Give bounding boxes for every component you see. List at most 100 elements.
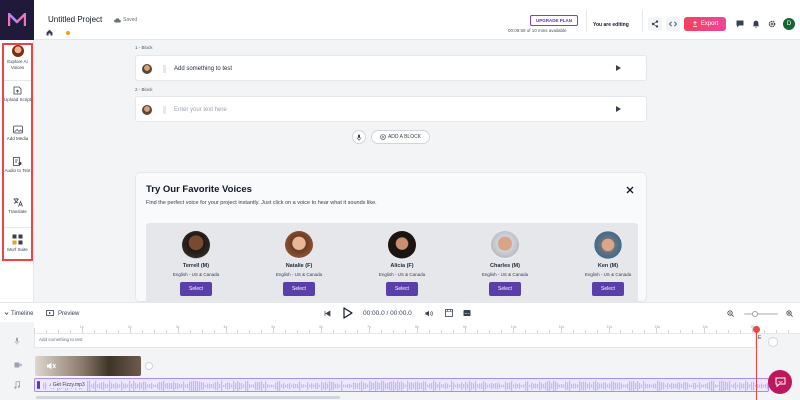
voice-card[interactable]: Natalie (F) English - US & Canada Select: [249, 223, 349, 301]
audio-waveform: [43, 380, 768, 391]
horizontal-scrollbar[interactable]: [36, 396, 340, 399]
timeline-toggle[interactable]: Timeline: [11, 311, 33, 317]
share-button[interactable]: [648, 17, 662, 31]
playhead-handle[interactable]: [753, 326, 760, 333]
voice-card[interactable]: Terrell (M) English - US & Canada Select: [146, 223, 246, 301]
project-title[interactable]: Untitled Project: [48, 15, 102, 24]
text-block[interactable]: Add something to test: [135, 55, 647, 81]
chevron-down-icon[interactable]: [4, 311, 9, 316]
embed-button[interactable]: [666, 17, 680, 31]
sidebar-item-add-media[interactable]: Add Media: [2, 125, 33, 142]
waveform-bar: [707, 383, 709, 389]
waveform-bar: [391, 381, 393, 391]
upgrade-plan-button[interactable]: UPGRADE PLAN: [530, 15, 578, 26]
select-voice-button[interactable]: Select: [283, 282, 315, 296]
waveform-bar: [203, 382, 205, 390]
sidebar-item-translate[interactable]: Translate: [2, 197, 33, 215]
preview-button[interactable]: Preview: [58, 311, 79, 317]
play-icon[interactable]: [616, 65, 621, 71]
voice-avatar[interactable]: [142, 64, 152, 74]
text-track[interactable]: Add something to test: [34, 333, 756, 348]
zoom-slider-handle[interactable]: [752, 311, 758, 317]
bell-icon[interactable]: [752, 20, 760, 28]
waveform-bar: [363, 382, 365, 390]
text-block[interactable]: Enter your text here: [135, 96, 647, 122]
mute-icon[interactable]: [46, 361, 56, 371]
voice-avatar[interactable]: [388, 231, 416, 259]
waveform-bar: [143, 381, 145, 391]
export-button[interactable]: Export: [684, 17, 726, 31]
add-video-button[interactable]: [145, 362, 153, 370]
zoom-out-icon[interactable]: [727, 310, 734, 317]
waveform-bar: [403, 383, 405, 389]
waveform-bar: [515, 383, 517, 389]
waveform-bar: [253, 384, 255, 388]
sidebar-divider: [4, 80, 31, 81]
voice-avatar[interactable]: [594, 231, 622, 259]
close-icon[interactable]: [625, 185, 635, 195]
audio-track[interactable]: ♪ Get Fizzy.mp3: [34, 378, 769, 392]
user-avatar[interactable]: D: [783, 18, 795, 30]
video-clip[interactable]: [35, 356, 141, 376]
waveform-bar: [129, 380, 131, 391]
waveform-bar: [131, 383, 133, 389]
voice-avatar[interactable]: [285, 231, 313, 259]
waveform-bar: [645, 383, 647, 389]
block-text[interactable]: Add something to test: [174, 66, 232, 72]
skip-back-icon[interactable]: [324, 310, 331, 317]
murf-logo[interactable]: [0, 0, 34, 40]
waveform-bar: [405, 384, 407, 388]
voice-record-button[interactable]: [352, 130, 366, 144]
sidebar-item-audio-to-text[interactable]: Audio to Text: [2, 157, 33, 174]
waveform-bar: [273, 384, 275, 388]
waveform-bar: [111, 382, 113, 390]
waveform-bar: [533, 383, 535, 389]
select-voice-button[interactable]: Select: [592, 282, 624, 296]
chat-icon[interactable]: [736, 20, 744, 28]
waveform-bar: [709, 381, 711, 391]
sidebar-item-murf-suite[interactable]: Murf Suite: [2, 234, 33, 253]
waveform-bar: [413, 383, 415, 389]
voice-card[interactable]: Alicia (F) English - US & Canada Select: [352, 223, 452, 301]
settings-icon[interactable]: [768, 20, 776, 28]
play-icon[interactable]: [616, 106, 621, 112]
waveform-bar: [681, 384, 683, 388]
drag-handle-icon[interactable]: [163, 106, 166, 114]
zoom-in-icon[interactable]: [786, 310, 793, 317]
sidebar-item-explore-ai-voices[interactable]: Explore AI Voices: [2, 45, 33, 71]
select-voice-button[interactable]: Select: [386, 282, 418, 296]
waveform-bar: [343, 384, 345, 388]
film-icon[interactable]: [445, 309, 453, 317]
voice-avatar[interactable]: [142, 105, 152, 115]
sidebar-item-upload-script[interactable]: Upload Script: [2, 86, 33, 103]
voice-avatar[interactable]: [491, 231, 519, 259]
voice-avatar[interactable]: [182, 231, 210, 259]
audio-trim-handle[interactable]: [37, 381, 40, 389]
sun-icon[interactable]: [66, 31, 70, 35]
waveform-bar: [305, 384, 307, 388]
volume-icon[interactable]: [425, 310, 433, 317]
voice-card[interactable]: Ken (M) English - US & Canada Select: [558, 223, 646, 301]
subtitles-icon[interactable]: [463, 309, 471, 317]
waveform-bar: [287, 383, 289, 389]
block-text-placeholder[interactable]: Enter your text here: [174, 107, 227, 113]
drag-handle-icon[interactable]: [163, 65, 166, 73]
waveform-bar: [393, 380, 395, 391]
waveform-bar: [639, 383, 641, 389]
play-icon[interactable]: [343, 307, 353, 319]
waveform-bar: [133, 381, 135, 391]
add-text-track-button[interactable]: [768, 337, 778, 347]
add-block-button[interactable]: ADD A BLOCK: [371, 130, 430, 144]
ruler-label: 13s: [654, 325, 661, 329]
home-icon[interactable]: [46, 29, 53, 36]
playhead[interactable]: [756, 326, 757, 400]
waveform-bar: [743, 383, 745, 389]
select-voice-button[interactable]: Select: [180, 282, 212, 296]
select-voice-button[interactable]: Select: [489, 282, 521, 296]
zoom-slider[interactable]: [744, 311, 778, 317]
waveform-bar: [555, 381, 557, 391]
support-chat-button[interactable]: [768, 370, 792, 394]
voice-card[interactable]: Charles (M) English - US & Canada Select: [455, 223, 555, 301]
waveform-bar: [205, 384, 207, 388]
export-icon: [692, 21, 697, 27]
